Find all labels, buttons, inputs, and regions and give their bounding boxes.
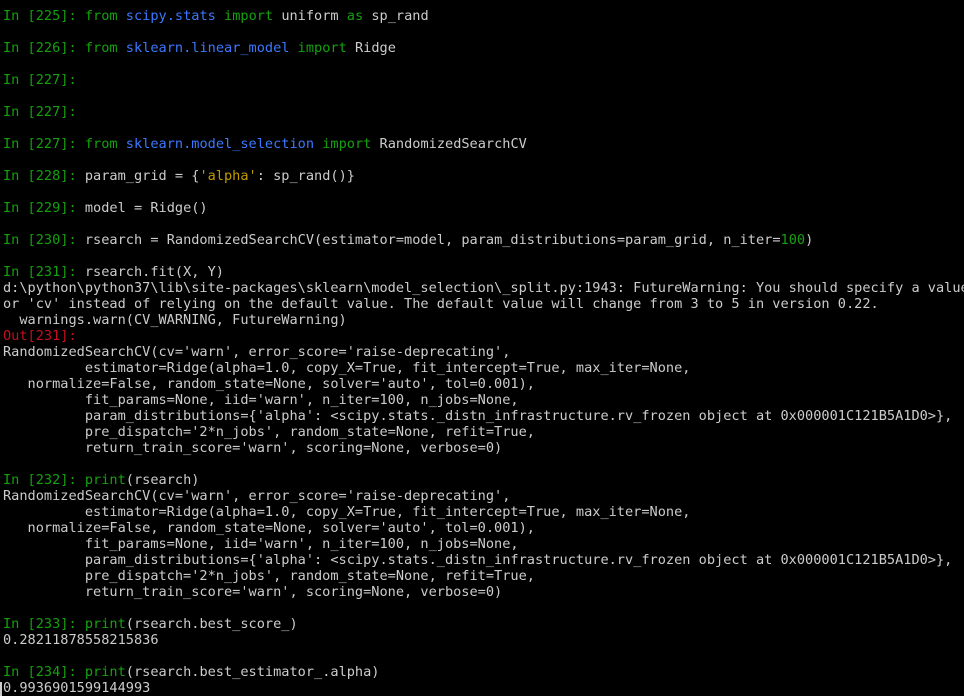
- output-line: return_train_score='warn', scoring=None,…: [3, 440, 503, 456]
- number-literal: 100: [780, 232, 806, 248]
- code-text: sp_rand: [371, 8, 429, 24]
- warning-line: d:\python\python37\lib\site-packages\skl…: [3, 280, 964, 296]
- builtin-function: print: [84, 616, 126, 632]
- warning-line: warnings.warn(CV_WARNING, FutureWarning): [3, 312, 347, 328]
- input-line: In [227]: from sklearn.model_selection i…: [3, 136, 964, 152]
- module-name: scipy.stats: [125, 8, 216, 24]
- keyword: from: [84, 136, 118, 152]
- keyword: import: [322, 136, 372, 152]
- output-line: 0.28211878558215836: [3, 632, 159, 648]
- keyword: import: [224, 8, 274, 24]
- input-prompt: In [232]:: [3, 472, 77, 488]
- output-prompt: Out[231]:: [3, 328, 77, 344]
- input-line: In [230]: rsearch = RandomizedSearchCV(e…: [3, 232, 964, 248]
- output-line: pre_dispatch='2*n_jobs', random_state=No…: [3, 424, 535, 440]
- input-line: In [232]: print(rsearch): [3, 472, 964, 488]
- input-prompt: In [229]:: [3, 200, 77, 216]
- output-line: param_distributions={'alpha': <scipy.sta…: [3, 408, 953, 424]
- output-line: pre_dispatch='2*n_jobs', random_state=No…: [3, 568, 535, 584]
- output-line: estimator=Ridge(alpha=1.0, copy_X=True, …: [3, 360, 691, 376]
- input-prompt: In [225]:: [3, 8, 77, 24]
- keyword: from: [84, 40, 118, 56]
- module-name: sklearn.model_selection: [125, 136, 315, 152]
- builtin-function: print: [84, 472, 126, 488]
- output-line: fit_params=None, iid='warn', n_iter=100,…: [3, 392, 519, 408]
- input-line: In [229]: model = Ridge(): [3, 200, 964, 216]
- input-prompt: In [228]:: [3, 168, 77, 184]
- output-line: return_train_score='warn', scoring=None,…: [3, 584, 503, 600]
- module-name: sklearn.linear_model: [125, 40, 290, 56]
- code-text: rsearch = RandomizedSearchCV(estimator=m…: [84, 232, 781, 248]
- input-prompt: In [226]:: [3, 40, 77, 56]
- code-text: (rsearch.best_estimator_.alpha): [125, 664, 380, 680]
- output-line: normalize=False, random_state=None, solv…: [3, 520, 535, 536]
- input-line: In [234]: print(rsearch.best_estimator_.…: [3, 664, 964, 680]
- output-line: estimator=Ridge(alpha=1.0, copy_X=True, …: [3, 504, 691, 520]
- code-text: RandomizedSearchCV: [379, 136, 527, 152]
- input-line: In [227]:: [3, 104, 964, 120]
- console-output[interactable]: In [225]: from scipy.stats import unifor…: [3, 8, 964, 696]
- keyword: from: [84, 8, 118, 24]
- input-line: In [228]: param_grid = {'alpha': sp_rand…: [3, 168, 964, 184]
- input-prompt: In [227]:: [3, 72, 77, 88]
- output-line: 0.9936901599144993: [3, 680, 151, 696]
- code-text: model = Ridge(): [84, 200, 208, 216]
- code-text: Ridge: [354, 40, 396, 56]
- output-line: RandomizedSearchCV(cv='warn', error_scor…: [3, 344, 511, 360]
- builtin-function: print: [84, 664, 126, 680]
- code-text: : sp_rand()}: [256, 168, 355, 184]
- code-text: ): [805, 232, 814, 248]
- string-literal: 'alpha': [199, 168, 257, 184]
- input-prompt: In [227]:: [3, 104, 77, 120]
- input-prompt: In [230]:: [3, 232, 77, 248]
- input-prompt: In [233]:: [3, 616, 77, 632]
- input-line: In [226]: from sklearn.linear_model impo…: [3, 40, 964, 56]
- code-text: (rsearch): [125, 472, 200, 488]
- output-line: fit_params=None, iid='warn', n_iter=100,…: [3, 536, 519, 552]
- code-text: param_grid = {: [84, 168, 200, 184]
- input-line: In [227]:: [3, 72, 964, 88]
- input-line: In [233]: print(rsearch.best_score_): [3, 616, 964, 632]
- input-prompt: In [231]:: [3, 264, 77, 280]
- output-line: param_distributions={'alpha': <scipy.sta…: [3, 552, 953, 568]
- input-line: In [225]: from scipy.stats import unifor…: [3, 8, 964, 24]
- keyword: as: [346, 8, 364, 24]
- input-line: In [231]: rsearch.fit(X, Y): [3, 264, 964, 280]
- code-text: uniform: [281, 8, 339, 24]
- code-text: rsearch.fit(X, Y): [84, 264, 224, 280]
- keyword: import: [297, 40, 347, 56]
- text-cursor: [0, 682, 2, 696]
- input-prompt: In [234]:: [3, 664, 77, 680]
- output-line: RandomizedSearchCV(cv='warn', error_scor…: [3, 488, 511, 504]
- input-prompt: In [227]:: [3, 136, 77, 152]
- output-line: normalize=False, random_state=None, solv…: [3, 376, 535, 392]
- code-text: (rsearch.best_score_): [125, 616, 298, 632]
- warning-line: or 'cv' instead of relying on the defaul…: [3, 296, 879, 312]
